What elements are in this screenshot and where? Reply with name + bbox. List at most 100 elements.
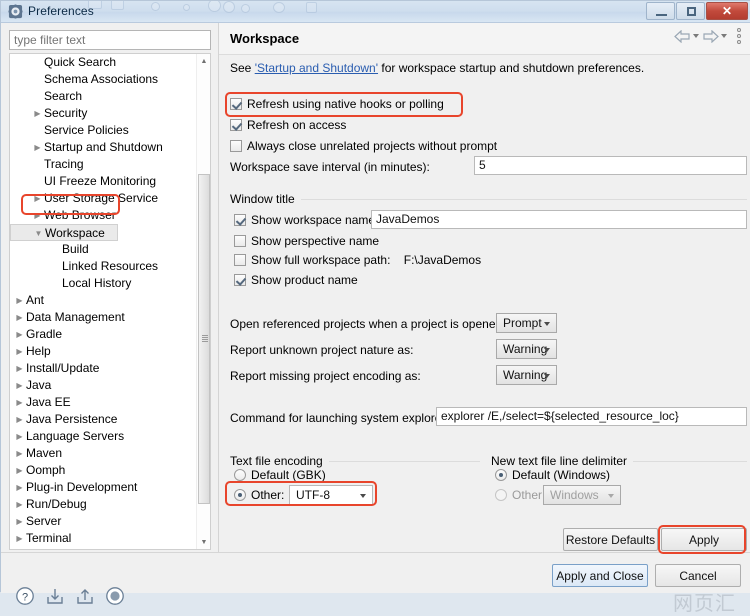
view-menu-icon[interactable] bbox=[734, 28, 744, 44]
back-dropdown-caret-icon[interactable] bbox=[693, 34, 699, 38]
save-interval-input[interactable]: 5 bbox=[474, 156, 747, 175]
tree-item-ant[interactable]: ▶Ant bbox=[10, 292, 198, 309]
chevron-right-icon[interactable]: ▶ bbox=[14, 360, 25, 377]
refresh-native-hooks-checkbox[interactable]: Refresh using native hooks or polling bbox=[230, 97, 444, 111]
preferences-tree[interactable]: Quick SearchSchema AssociationsSearch▶Se… bbox=[9, 53, 211, 550]
chevron-right-icon[interactable]: ▶ bbox=[14, 479, 25, 496]
scroll-down-icon[interactable]: ▼ bbox=[197, 535, 211, 549]
checkbox-box[interactable] bbox=[234, 214, 246, 226]
forward-button[interactable] bbox=[702, 30, 727, 43]
chevron-right-icon[interactable]: ▶ bbox=[14, 394, 25, 411]
tree-item-ui-freeze-monitoring[interactable]: UI Freeze Monitoring bbox=[10, 173, 198, 190]
forward-dropdown-caret-icon[interactable] bbox=[721, 34, 727, 38]
checkbox-box[interactable] bbox=[234, 254, 246, 266]
tree-item-startup-and-shutdown[interactable]: ▶Startup and Shutdown bbox=[10, 139, 198, 156]
tree-item-tracing[interactable]: Tracing bbox=[10, 156, 198, 173]
delimiter-other-radio[interactable]: Other: bbox=[495, 488, 545, 502]
encoding-other-radio[interactable]: Other: bbox=[234, 488, 284, 502]
missing-project-encoding-select[interactable]: Warning bbox=[496, 365, 557, 385]
chevron-right-icon[interactable]: ▶ bbox=[32, 207, 43, 224]
radio-button[interactable] bbox=[234, 469, 246, 481]
tree-item-web-browser[interactable]: ▶Web Browser bbox=[10, 207, 198, 224]
radio-button[interactable] bbox=[495, 489, 507, 501]
scroll-up-icon[interactable]: ▲ bbox=[197, 54, 211, 68]
tree-item-install-update[interactable]: ▶Install/Update bbox=[10, 360, 198, 377]
tree-item-language-servers[interactable]: ▶Language Servers bbox=[10, 428, 198, 445]
unknown-project-nature-select[interactable]: Warning bbox=[496, 339, 557, 359]
checkbox-box[interactable] bbox=[234, 235, 246, 247]
import-icon[interactable] bbox=[45, 586, 65, 606]
restore-defaults-button[interactable]: Restore Defaults bbox=[563, 528, 658, 551]
maximize-button[interactable] bbox=[676, 2, 705, 20]
close-unrelated-projects-checkbox[interactable]: Always close unrelated projects without … bbox=[230, 139, 497, 153]
open-referenced-projects-select[interactable]: Prompt bbox=[496, 313, 557, 333]
back-button[interactable] bbox=[674, 30, 699, 43]
chevron-right-icon[interactable]: ▶ bbox=[14, 428, 25, 445]
tree-item-build[interactable]: Build bbox=[10, 241, 198, 258]
apply-and-close-button[interactable]: Apply and Close bbox=[552, 564, 648, 587]
startup-shutdown-link[interactable]: 'Startup and Shutdown' bbox=[255, 61, 378, 75]
record-icon[interactable] bbox=[105, 586, 125, 606]
help-icon[interactable]: ? bbox=[15, 586, 35, 606]
tree-item-service-policies[interactable]: Service Policies bbox=[10, 122, 198, 139]
chevron-right-icon[interactable]: ▶ bbox=[14, 326, 25, 343]
explorer-command-input[interactable]: explorer /E,/select=${selected_resource_… bbox=[436, 407, 747, 426]
refresh-on-access-checkbox[interactable]: Refresh on access bbox=[230, 118, 346, 132]
checkbox-box[interactable] bbox=[230, 119, 242, 131]
tree-item-local-history[interactable]: Local History bbox=[10, 275, 198, 292]
tree-item-java[interactable]: ▶Java bbox=[10, 377, 198, 394]
cancel-button[interactable]: Cancel bbox=[655, 564, 741, 587]
chevron-right-icon[interactable]: ▶ bbox=[14, 496, 25, 513]
tree-item-help[interactable]: ▶Help bbox=[10, 343, 198, 360]
tree-item-gradle[interactable]: ▶Gradle bbox=[10, 326, 198, 343]
close-button[interactable]: ✕ bbox=[706, 2, 748, 20]
show-full-path-checkbox[interactable]: Show full workspace path: F:\JavaDemos bbox=[234, 253, 481, 267]
checkbox-box[interactable] bbox=[234, 274, 246, 286]
chevron-right-icon[interactable]: ▶ bbox=[14, 411, 25, 428]
delimiter-default-radio[interactable]: Default (Windows) bbox=[495, 468, 610, 482]
radio-button[interactable] bbox=[234, 489, 246, 501]
apply-button[interactable]: Apply bbox=[661, 528, 747, 551]
chevron-right-icon[interactable]: ▶ bbox=[14, 343, 25, 360]
tree-item-security[interactable]: ▶Security bbox=[10, 105, 198, 122]
chevron-right-icon[interactable]: ▶ bbox=[32, 139, 43, 156]
tree-item-schema-associations[interactable]: Schema Associations bbox=[10, 71, 198, 88]
tree-item-server[interactable]: ▶Server bbox=[10, 513, 198, 530]
chevron-right-icon[interactable]: ▶ bbox=[32, 105, 43, 122]
tree-item-java-persistence[interactable]: ▶Java Persistence bbox=[10, 411, 198, 428]
tree-item-run-debug[interactable]: ▶Run/Debug bbox=[10, 496, 198, 513]
encoding-other-select[interactable]: UTF-8 bbox=[289, 485, 373, 505]
tree-item-data-management[interactable]: ▶Data Management bbox=[10, 309, 198, 326]
tree-item-plug-in-development[interactable]: ▶Plug-in Development bbox=[10, 479, 198, 496]
chevron-right-icon[interactable]: ▶ bbox=[14, 513, 25, 530]
tree-item-oomph[interactable]: ▶Oomph bbox=[10, 462, 198, 479]
chevron-down-icon[interactable]: ▼ bbox=[33, 225, 44, 242]
tree-scrollbar[interactable]: ▲ ▼ bbox=[196, 54, 210, 549]
checkbox-box[interactable] bbox=[230, 140, 242, 152]
minimize-button[interactable] bbox=[646, 2, 675, 20]
chevron-right-icon[interactable]: ▶ bbox=[32, 190, 43, 207]
radio-button[interactable] bbox=[495, 469, 507, 481]
show-product-name-checkbox[interactable]: Show product name bbox=[234, 273, 358, 287]
chevron-right-icon[interactable]: ▶ bbox=[14, 462, 25, 479]
export-icon[interactable] bbox=[75, 586, 95, 606]
tree-item-terminal[interactable]: ▶Terminal bbox=[10, 530, 198, 547]
tree-item-java-ee[interactable]: ▶Java EE bbox=[10, 394, 198, 411]
tree-item-maven[interactable]: ▶Maven bbox=[10, 445, 198, 462]
tree-item-workspace[interactable]: ▼Workspace bbox=[10, 224, 118, 241]
chevron-right-icon[interactable]: ▶ bbox=[14, 292, 25, 309]
show-perspective-name-checkbox[interactable]: Show perspective name bbox=[234, 234, 379, 248]
filter-input[interactable] bbox=[9, 30, 211, 50]
chevron-right-icon[interactable]: ▶ bbox=[14, 445, 25, 462]
show-workspace-name-checkbox[interactable]: Show workspace name: bbox=[234, 213, 378, 227]
chevron-right-icon[interactable]: ▶ bbox=[14, 547, 25, 550]
checkbox-box[interactable] bbox=[230, 98, 242, 110]
tree-item-linked-resources[interactable]: Linked Resources bbox=[10, 258, 198, 275]
tree-item-search[interactable]: Search bbox=[10, 88, 198, 105]
scrollbar-thumb[interactable] bbox=[198, 174, 210, 504]
chevron-right-icon[interactable]: ▶ bbox=[14, 530, 25, 547]
delimiter-other-select[interactable]: Windows bbox=[543, 485, 621, 505]
encoding-default-radio[interactable]: Default (GBK) bbox=[234, 468, 326, 482]
chevron-right-icon[interactable]: ▶ bbox=[14, 377, 25, 394]
tree-item-user-storage-service[interactable]: ▶User Storage Service bbox=[10, 190, 198, 207]
